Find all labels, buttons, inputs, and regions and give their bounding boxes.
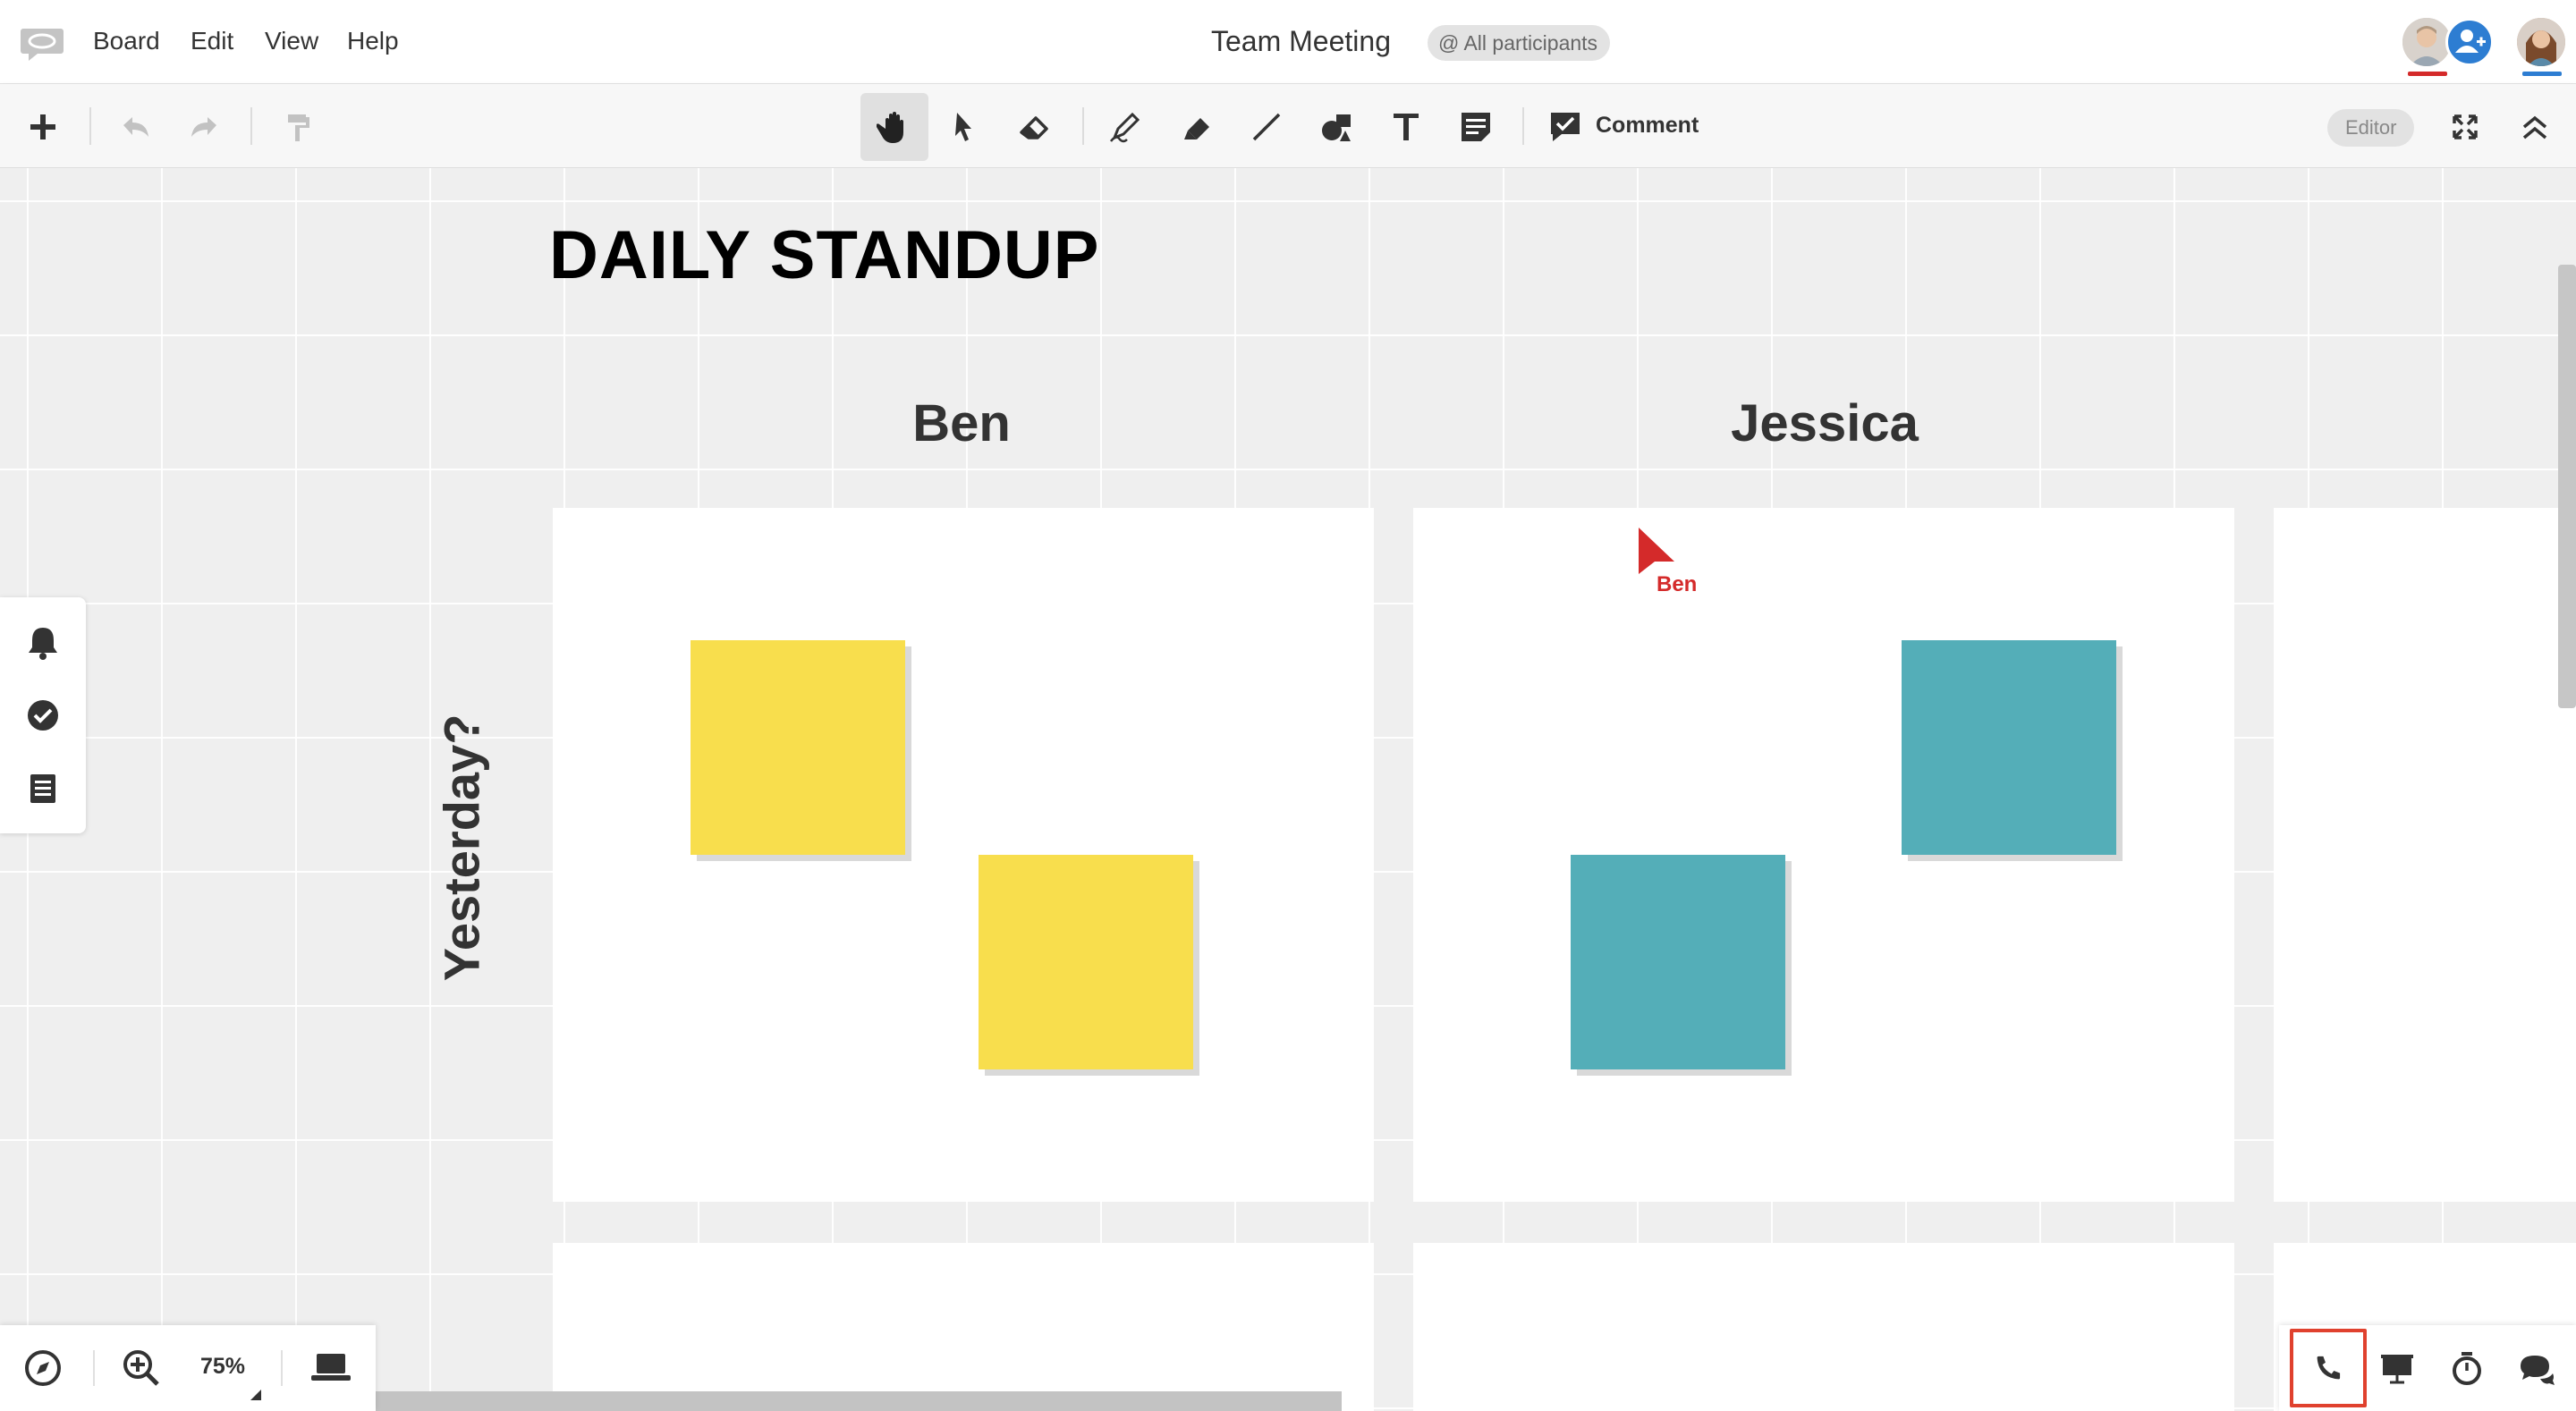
zoom-in-icon (123, 1350, 159, 1386)
avatar-jessica[interactable] (2517, 18, 2565, 66)
menu-board[interactable]: Board (93, 27, 160, 55)
row-label-yesterday[interactable]: Yesterday? (433, 714, 491, 982)
comment-icon (1551, 113, 1580, 141)
navigator-button[interactable] (21, 1347, 64, 1390)
menu-edit[interactable]: Edit (191, 27, 233, 55)
comment-label[interactable]: Comment (1596, 113, 1699, 139)
panel-jessica-yesterday[interactable] (1413, 508, 2234, 1202)
avatar-jessica-indicator (2522, 72, 2562, 76)
eraser-tool-button[interactable] (1000, 93, 1068, 161)
redo-icon (191, 117, 216, 137)
editor-role-badge: Editor (2327, 109, 2415, 147)
toolbar-divider (1082, 107, 1084, 145)
timer-icon (2453, 1352, 2481, 1385)
presentation-button[interactable] (2376, 1347, 2419, 1390)
sticky-note-icon (1462, 113, 1490, 141)
text-tool-button[interactable] (1372, 93, 1440, 161)
collapse-icon (2522, 115, 2547, 139)
menu-bar: Board Edit View Help Team Meeting @ All … (0, 0, 2576, 84)
column-title-jessica[interactable]: Jessica (1699, 393, 1950, 453)
zoom-in-button[interactable] (120, 1347, 163, 1390)
toolbar: Comment Editor (0, 84, 2576, 168)
pen-icon (1110, 112, 1140, 143)
select-arrow-icon (955, 113, 971, 141)
toolbar-divider (89, 107, 91, 145)
sticky-note-yellow[interactable] (691, 640, 905, 855)
controls-divider (93, 1350, 95, 1386)
add-user-icon (2455, 30, 2486, 53)
shapes-icon (1322, 114, 1351, 141)
zoom-level[interactable]: 75% (200, 1354, 245, 1380)
whiteboard-canvas[interactable]: DAILY STANDUP Ben Jessica Yesterday? Ben (0, 168, 2576, 1411)
horizontal-scrollbar[interactable] (376, 1391, 1342, 1411)
presentation-icon (2381, 1355, 2413, 1384)
sticky-note-tool-button[interactable] (1442, 93, 1510, 161)
controls-divider (281, 1350, 283, 1386)
column-title-ben[interactable]: Ben (868, 393, 1055, 453)
pen-tool-button[interactable] (1091, 93, 1159, 161)
chat-icon (2521, 1356, 2555, 1385)
shapes-tool-button[interactable] (1302, 93, 1370, 161)
board-title[interactable]: Team Meeting (1211, 25, 1391, 58)
collapse-toolbar-button[interactable] (2501, 93, 2569, 161)
avatar-ben-indicator (2408, 72, 2447, 76)
eraser-icon (1020, 116, 1048, 139)
format-painter-icon (288, 114, 309, 141)
add-user-button[interactable] (2445, 18, 2494, 66)
board-heading[interactable]: DAILY STANDUP (549, 216, 1099, 294)
bell-icon (29, 628, 57, 660)
participants-badge[interactable]: @ All participants (1428, 25, 1611, 61)
laptop-icon (311, 1354, 351, 1381)
hand-icon (877, 112, 903, 143)
fullscreen-button[interactable] (2431, 93, 2499, 161)
fullscreen-icon (2453, 114, 2478, 139)
toolbar-divider (250, 107, 252, 145)
select-tool-button[interactable] (930, 93, 998, 161)
panel-ben-yesterday[interactable] (553, 508, 1374, 1202)
zoom-dropdown-icon[interactable] (250, 1390, 261, 1400)
panel-ben-today[interactable] (553, 1243, 1374, 1411)
menu-view[interactable]: View (265, 27, 318, 55)
zoom-controls: 75% (0, 1325, 376, 1411)
presentation-mode-button[interactable] (309, 1347, 352, 1390)
format-painter-button[interactable] (263, 93, 331, 161)
text-icon (1394, 114, 1419, 140)
undo-icon (123, 117, 148, 137)
add-button[interactable] (9, 93, 77, 161)
timer-button[interactable] (2445, 1347, 2488, 1390)
toolbar-divider (1522, 107, 1524, 145)
app-logo-icon[interactable] (20, 25, 64, 63)
remote-cursor-label: Ben (1657, 572, 1698, 596)
call-button-highlight (2290, 1329, 2367, 1407)
notes-button[interactable] (23, 769, 63, 808)
vertical-scrollbar[interactable] (2558, 265, 2576, 708)
tasks-button[interactable] (23, 696, 63, 735)
line-tool-button[interactable] (1233, 93, 1301, 161)
chat-button[interactable] (2515, 1347, 2558, 1390)
side-panel (0, 597, 86, 833)
sticky-note-teal[interactable] (1571, 855, 1785, 1069)
menu-help[interactable]: Help (347, 27, 399, 55)
comment-tool-button[interactable] (1531, 93, 1599, 161)
add-icon (30, 114, 55, 139)
undo-button[interactable] (102, 93, 170, 161)
redo-button[interactable] (170, 93, 238, 161)
panel-jessica-today[interactable] (1413, 1243, 2234, 1411)
remote-cursor-icon (1639, 528, 1674, 574)
checkmark-circle-icon (28, 700, 58, 731)
line-icon (1252, 113, 1281, 141)
avatar-ben[interactable] (2402, 18, 2451, 66)
sticky-note-yellow[interactable] (979, 855, 1193, 1069)
hand-tool-button[interactable] (860, 93, 928, 161)
compass-icon (25, 1350, 61, 1386)
notes-list-icon (30, 774, 55, 803)
notifications-button[interactable] (23, 622, 63, 662)
marker-icon (1184, 118, 1209, 139)
marker-tool-button[interactable] (1163, 93, 1231, 161)
panel-next-column[interactable] (2274, 508, 2576, 1202)
sticky-note-teal[interactable] (1902, 640, 2116, 855)
